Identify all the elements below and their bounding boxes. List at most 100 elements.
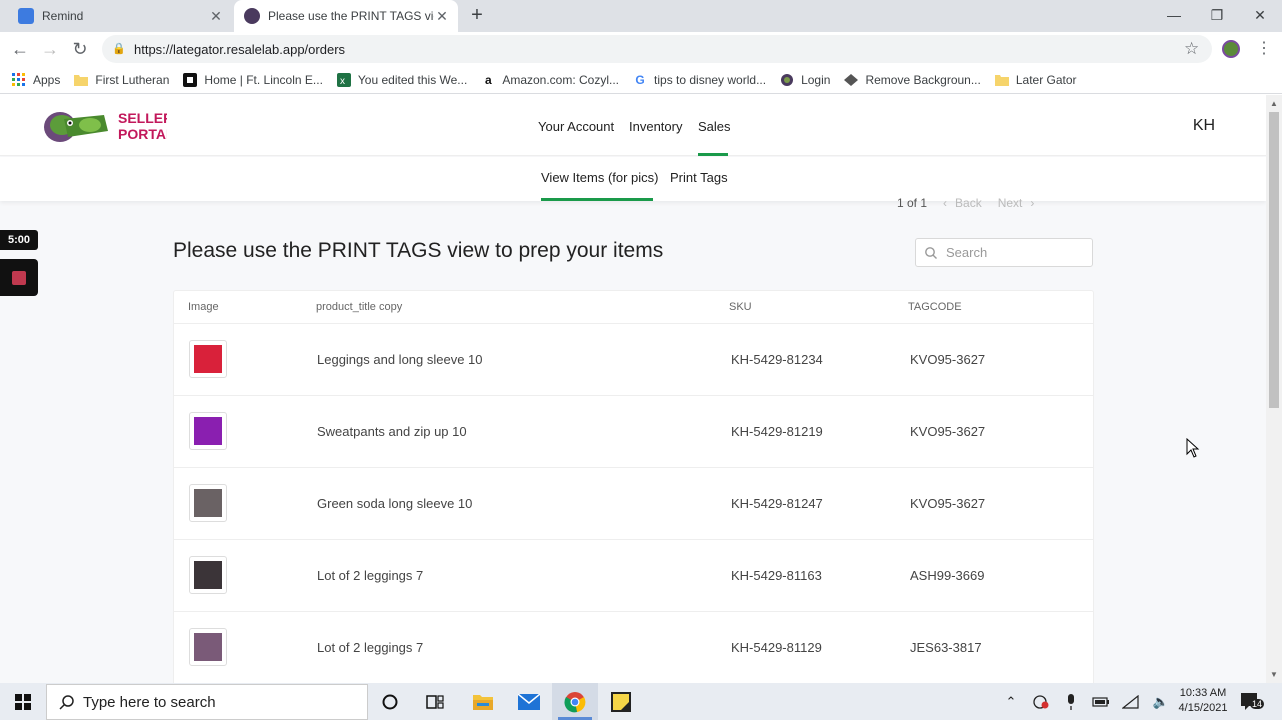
next-button[interactable]: Next — [998, 196, 1023, 210]
profile-avatar-icon[interactable] — [1222, 40, 1240, 58]
page-scrollbar[interactable]: ▲ ▼ — [1266, 95, 1282, 683]
browser-menu-icon[interactable]: ⋮ — [1256, 38, 1272, 58]
page-count: 1 of 1 — [897, 196, 928, 210]
tab-title: Please use the PRINT TAGS view to prep y… — [268, 9, 434, 23]
pagination: 1 of 1 ‹ Back Next › — [897, 196, 1034, 210]
item-thumbnail[interactable] — [189, 628, 227, 666]
wifi-icon[interactable] — [1116, 683, 1146, 720]
tab-active-page[interactable]: Please use the PRINT TAGS view to prep y… — [234, 0, 458, 32]
mouse-cursor-icon — [1186, 438, 1200, 458]
bookmark-apps[interactable]: Apps — [12, 72, 60, 87]
item-thumbnail[interactable] — [189, 556, 227, 594]
bookmark-ft-lincoln[interactable]: Home | Ft. Lincoln E... — [183, 72, 323, 87]
table-row[interactable]: Lot of 2 leggings 7 KH-5429-81163 ASH99-… — [174, 539, 1093, 611]
nav-inventory[interactable]: Inventory — [629, 119, 682, 134]
item-sku: KH-5429-81219 — [731, 424, 823, 439]
close-tab-icon[interactable]: ✕ — [208, 8, 224, 24]
item-thumbnail[interactable] — [189, 412, 227, 450]
chevron-left-icon[interactable]: ‹ — [943, 196, 947, 210]
windows-taskbar: Type here to search ⌃ 🔈 10:33 AM 4/15/20… — [0, 683, 1282, 720]
table-row[interactable]: Sweatpants and zip up 10 KH-5429-81219 K… — [174, 395, 1093, 467]
bookmark-login[interactable]: Login — [780, 73, 830, 87]
bookmark-star-icon[interactable]: ☆ — [1184, 39, 1199, 59]
battery-icon[interactable] — [1086, 683, 1116, 720]
column-header-image: Image — [188, 301, 219, 313]
browser-toolbar: ← → ↻ 🔒 https://lategator.resalelab.app/… — [0, 32, 1282, 66]
amazon-icon: a — [484, 72, 492, 87]
restore-icon[interactable]: ❐ — [1205, 4, 1229, 26]
browser-tab-bar: Remind ✕ Please use the PRINT TAGS view … — [0, 0, 1282, 32]
svg-text:PORTAL: PORTAL — [118, 126, 167, 142]
search-input[interactable] — [946, 245, 1086, 260]
microphone-icon[interactable] — [1056, 683, 1086, 720]
item-sku: KH-5429-81129 — [731, 640, 822, 655]
bookmark-excel[interactable]: x You edited this We... — [336, 72, 467, 87]
minimize-icon[interactable]: — — [1162, 4, 1186, 26]
excel-icon: x — [336, 72, 351, 87]
item-title: Leggings and long sleeve 10 — [317, 352, 483, 367]
table-row[interactable]: Green soda long sleeve 10 KH-5429-81247 … — [174, 467, 1093, 539]
recording-timer: 5:00 — [0, 230, 38, 250]
seller-portal-logo[interactable]: SELLER PORTAL — [42, 105, 175, 147]
system-clock[interactable]: 10:33 AM 4/15/2021 — [1172, 686, 1234, 716]
task-view-icon[interactable] — [412, 683, 458, 720]
stop-recording-button[interactable] — [0, 259, 38, 296]
item-title: Lot of 2 leggings 7 — [317, 640, 424, 655]
sticky-notes-icon[interactable] — [598, 683, 644, 720]
item-tagcode: KVO95-3627 — [910, 424, 986, 439]
column-header-sku: SKU — [729, 301, 752, 313]
tab-view-items[interactable]: View Items (for pics) — [541, 170, 659, 185]
mail-icon[interactable] — [506, 683, 552, 720]
bookmark-amazon[interactable]: a Amazon.com: Cozyl... — [481, 73, 619, 87]
active-tab-indicator — [541, 198, 653, 201]
notification-center-icon[interactable]: 14 — [1240, 691, 1265, 711]
nav-sales[interactable]: Sales — [698, 119, 731, 134]
scrollbar-thumb[interactable] — [1269, 112, 1279, 408]
tab-title: Remind — [42, 9, 84, 23]
chrome-icon[interactable] — [552, 683, 598, 720]
blocked-app-icon[interactable] — [1026, 683, 1056, 720]
scroll-down-icon[interactable]: ▼ — [1270, 670, 1278, 679]
clock-time: 10:33 AM — [1179, 687, 1227, 699]
login-icon — [780, 73, 794, 87]
table-row[interactable]: Lot of 2 leggings 7 KH-5429-81129 JES63-… — [174, 611, 1093, 683]
bookmark-first-lutheran[interactable]: First Lutheran — [74, 73, 169, 87]
scroll-up-icon[interactable]: ▲ — [1270, 99, 1278, 108]
search-field[interactable] — [915, 238, 1093, 267]
cortana-icon[interactable] — [367, 683, 413, 720]
reload-icon[interactable]: ↻ — [68, 37, 92, 61]
back-arrow-icon[interactable]: ← — [8, 37, 32, 61]
item-sku: KH-5429-81234 — [731, 352, 823, 367]
taskbar-search[interactable]: Type here to search — [46, 684, 368, 720]
bookmark-disney-tips[interactable]: G tips to disney world... — [633, 73, 766, 87]
new-tab-button[interactable]: + — [467, 5, 487, 26]
bookmark-remove-bg[interactable]: Remove Backgroun... — [844, 73, 981, 87]
lock-icon: 🔒 — [112, 43, 126, 55]
chevron-right-icon[interactable]: › — [1030, 196, 1034, 210]
item-title: Green soda long sleeve 10 — [317, 496, 473, 511]
tab-print-tags[interactable]: Print Tags — [670, 170, 728, 185]
nav-your-account[interactable]: Your Account — [538, 119, 614, 134]
sub-navigation: View Items (for pics) Print Tags — [0, 157, 1266, 201]
tab-remind[interactable]: Remind ✕ — [8, 0, 230, 32]
item-tagcode: JES63-3817 — [910, 640, 982, 655]
file-explorer-icon[interactable] — [460, 683, 506, 720]
item-sku: KH-5429-81163 — [731, 568, 822, 583]
search-icon — [924, 246, 938, 260]
folder-icon — [74, 73, 89, 87]
bookmark-later-gator[interactable]: Later Gator — [994, 73, 1077, 87]
chevron-up-icon[interactable]: ⌃ — [996, 683, 1026, 720]
item-thumbnail[interactable] — [189, 340, 227, 378]
close-window-icon[interactable]: ✕ — [1248, 4, 1272, 26]
clock-date: 4/15/2021 — [1178, 702, 1228, 714]
back-button[interactable]: Back — [955, 196, 982, 210]
windows-start-icon[interactable] — [0, 683, 46, 720]
item-thumbnail[interactable] — [189, 484, 227, 522]
user-avatar[interactable]: KH — [1186, 113, 1222, 139]
svg-text:SELLER: SELLER — [118, 110, 167, 126]
close-tab-icon[interactable]: ✕ — [434, 8, 450, 24]
table-row[interactable]: Leggings and long sleeve 10 KH-5429-8123… — [174, 323, 1093, 395]
forward-arrow-icon[interactable]: → — [38, 37, 62, 61]
system-tray: ⌃ 🔈 — [996, 683, 1176, 720]
address-bar[interactable]: 🔒 https://lategator.resalelab.app/orders — [102, 35, 1212, 63]
